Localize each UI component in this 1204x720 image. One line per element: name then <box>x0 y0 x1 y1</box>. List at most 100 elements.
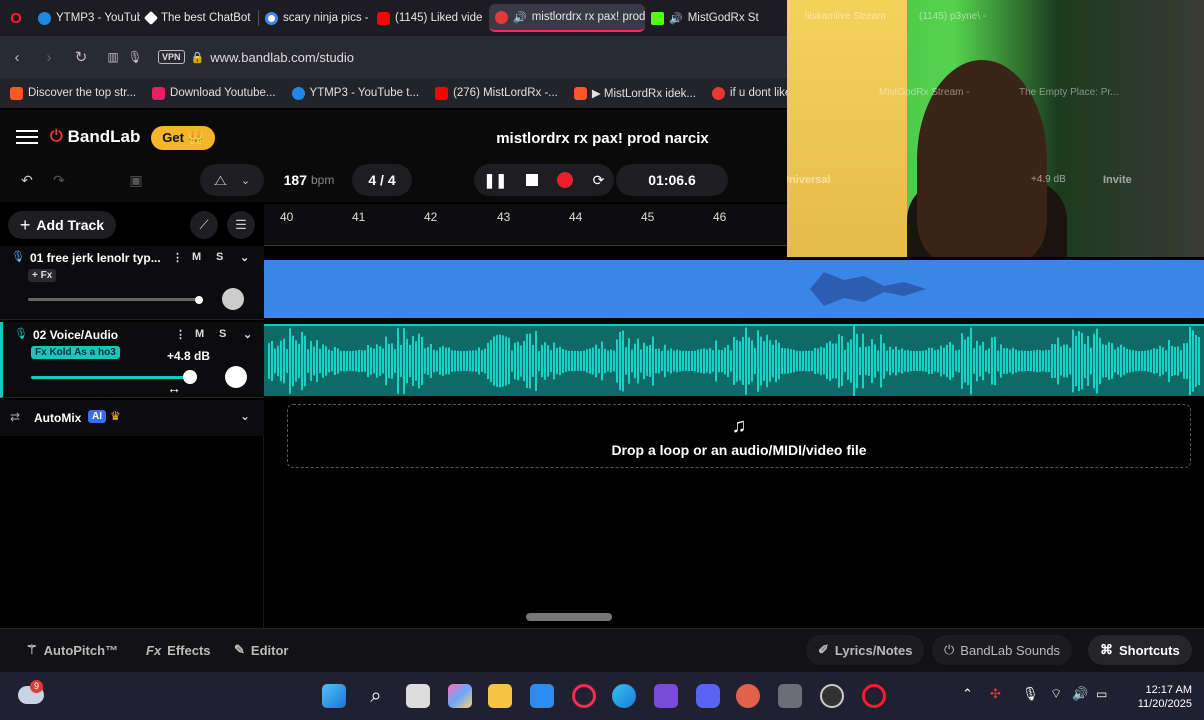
metronome-button[interactable]: ⧍ ⌄ <box>200 164 264 196</box>
volume-thumb[interactable] <box>183 370 197 384</box>
obs-icon[interactable] <box>820 684 844 708</box>
plus-icon: + <box>19 214 31 235</box>
reader-icon[interactable]: ▥ <box>104 50 122 64</box>
google-favicon-icon <box>265 11 278 25</box>
tab-liked-videos[interactable]: (1145) Liked vide <box>371 4 489 32</box>
stop-icon[interactable] <box>526 174 539 186</box>
url-field[interactable]: www.bandlab.com/studio <box>210 50 354 65</box>
search-icon[interactable]: ⌕ <box>364 684 388 708</box>
autopitch-button[interactable]: ⚚ AutoPitch™ <box>14 635 130 665</box>
chevron-down-icon[interactable]: ⌄ <box>240 409 250 423</box>
bandlab-sounds-button[interactable]: ⏻ BandLab Sounds <box>932 635 1073 665</box>
system-clock[interactable]: 12:17 AM 11/20/2025 <box>1138 683 1192 711</box>
volume-slider[interactable] <box>28 298 200 301</box>
waveform <box>268 325 1200 397</box>
editor-button[interactable]: ✎ Editor <box>222 635 300 665</box>
redo-button[interactable]: ↷ <box>44 164 74 196</box>
mute-button[interactable]: M <box>195 328 204 340</box>
mic-icon[interactable]: 🎙 <box>126 50 144 64</box>
tray-app-icon[interactable]: ✣ <box>990 686 1001 702</box>
add-track-button[interactable]: + Add Track <box>8 211 116 239</box>
tempo-control[interactable]: 187 bpm <box>268 164 350 196</box>
reload-icon[interactable]: ↻ <box>72 48 90 66</box>
automix-row[interactable]: ⇄ AutoMix AI ♛ ⌄ <box>0 400 264 436</box>
audio-clip-vocal[interactable] <box>264 324 1204 397</box>
track-panel[interactable]: 🎙 02 Voice/Audio ⋮ M S ⌄ Fx Kold As a ho… <box>0 322 264 398</box>
task-view-icon[interactable] <box>406 684 430 708</box>
bookmark-item[interactable]: Discover the top str... <box>10 86 136 100</box>
effects-button[interactable]: Fx Effects <box>134 635 223 665</box>
record-icon[interactable] <box>557 172 574 188</box>
get-membership-button[interactable]: Get 👑 <box>151 126 215 150</box>
mic-icon: 🎙 <box>14 328 28 340</box>
solo-button[interactable]: S <box>219 328 226 340</box>
volume-slider[interactable] <box>31 376 191 379</box>
project-title[interactable]: mistlordrx rx pax! prod narcix <box>430 130 775 147</box>
tab-mistgod-stream[interactable]: 🔊 MistGodRx St <box>645 4 763 32</box>
add-fx-button[interactable]: + Fx <box>28 269 57 282</box>
fx-preset-tag[interactable]: Fx Kold As a ho3 <box>31 346 120 359</box>
track-options-icon[interactable]: ⋮ <box>175 328 186 341</box>
mute-button[interactable]: M <box>192 251 201 263</box>
battery-icon[interactable]: ▭ <box>1096 687 1107 701</box>
forward-icon[interactable]: › <box>40 49 58 66</box>
mic-icon: 🎙 <box>11 251 25 263</box>
volume-icon[interactable]: 🔊 <box>1072 686 1088 702</box>
opera-icon[interactable] <box>862 684 886 708</box>
mixer-icon[interactable]: ☰ <box>227 211 255 239</box>
undo-button[interactable]: ↶ <box>10 164 44 196</box>
tab-chatbot[interactable]: The best ChatBot <box>140 4 258 32</box>
wifi-icon[interactable]: ⌔ <box>1050 686 1062 702</box>
tab-bandlab-active[interactable]: 🔊 mistlordrx rx pax! prod <box>489 4 645 32</box>
chevron-down-icon[interactable]: ⌄ <box>240 251 249 264</box>
menu-icon[interactable] <box>16 130 38 144</box>
volume-thumb[interactable] <box>195 296 203 304</box>
track-panel[interactable]: 🎙 01 free jerk lenolr typ... ⋮ M S ⌄ + F… <box>0 246 264 320</box>
track-name[interactable]: 01 free jerk lenolr typ... <box>30 251 160 265</box>
pan-knob[interactable] <box>225 366 247 388</box>
solo-button[interactable]: S <box>216 251 223 263</box>
drop-zone-text: Drop a loop or an audio/MIDI/video file <box>611 441 867 458</box>
app-icon[interactable] <box>736 684 760 708</box>
file-explorer-icon[interactable] <box>488 684 512 708</box>
store-icon[interactable] <box>530 684 554 708</box>
drop-zone[interactable]: ♫ Drop a loop or an audio/MIDI/video fil… <box>287 404 1191 468</box>
bookmark-favicon-icon <box>573 86 587 100</box>
tab-scary-ninja[interactable]: scary ninja pics - <box>259 4 371 32</box>
chevron-up-icon[interactable]: ⌃ <box>962 686 973 702</box>
bookmark-item[interactable]: Download Youtube... <box>152 86 276 100</box>
webcam-overlay: lilskamlive Stream (1145) p3yne\ - MistG… <box>787 0 1204 257</box>
track-options-icon[interactable]: ⋮ <box>172 251 183 264</box>
chevron-down-icon[interactable]: ⌄ <box>243 328 252 341</box>
media-icon[interactable] <box>654 684 678 708</box>
time-signature-control[interactable]: 4 / 4 <box>352 164 412 196</box>
camera-icon[interactable] <box>778 684 802 708</box>
loop-icon[interactable]: ⟳ <box>593 172 605 189</box>
track-name[interactable]: 02 Voice/Audio <box>33 328 163 342</box>
opera-icon[interactable]: O <box>0 0 32 36</box>
tab-ytmp3[interactable]: YTMP3 - YouTube <box>32 4 140 32</box>
kick-favicon-icon <box>651 11 664 25</box>
windows-start-icon[interactable] <box>322 684 346 708</box>
horizontal-scrollbar[interactable] <box>526 613 612 621</box>
opera-gx-icon[interactable] <box>572 684 596 708</box>
pan-knob[interactable] <box>222 288 244 310</box>
notification-badge: 9 <box>30 680 43 693</box>
bookmark-item[interactable]: (276) MistLordRx -... <box>435 86 558 100</box>
shortcuts-button[interactable]: ⌘ Shortcuts <box>1088 635 1192 665</box>
pause-icon[interactable]: ❚❚ <box>484 172 507 189</box>
bookmark-item[interactable]: YTMP3 - YouTube t... <box>291 86 419 100</box>
lyrics-notes-button[interactable]: ✐ Lyrics/Notes <box>806 635 925 665</box>
audio-clip-beat[interactable] <box>264 260 1204 318</box>
grid-button[interactable]: ▣ <box>120 164 152 196</box>
back-icon[interactable]: ‹ <box>8 49 26 66</box>
bandlab-logo[interactable]: ⏻ BandLab <box>50 127 140 147</box>
edge-icon[interactable] <box>612 684 636 708</box>
overlay-bookmark-text: MistGodRx Stream - <box>879 87 970 98</box>
copilot-icon[interactable] <box>448 684 472 708</box>
microphone-icon[interactable]: 🎙 <box>1022 686 1039 702</box>
discord-icon[interactable] <box>696 684 720 708</box>
vpn-badge[interactable]: VPN <box>158 50 185 64</box>
wand-icon[interactable]: ⟋ <box>190 211 218 239</box>
bookmark-item[interactable]: ▶ MistLordRx idek... <box>573 86 696 100</box>
